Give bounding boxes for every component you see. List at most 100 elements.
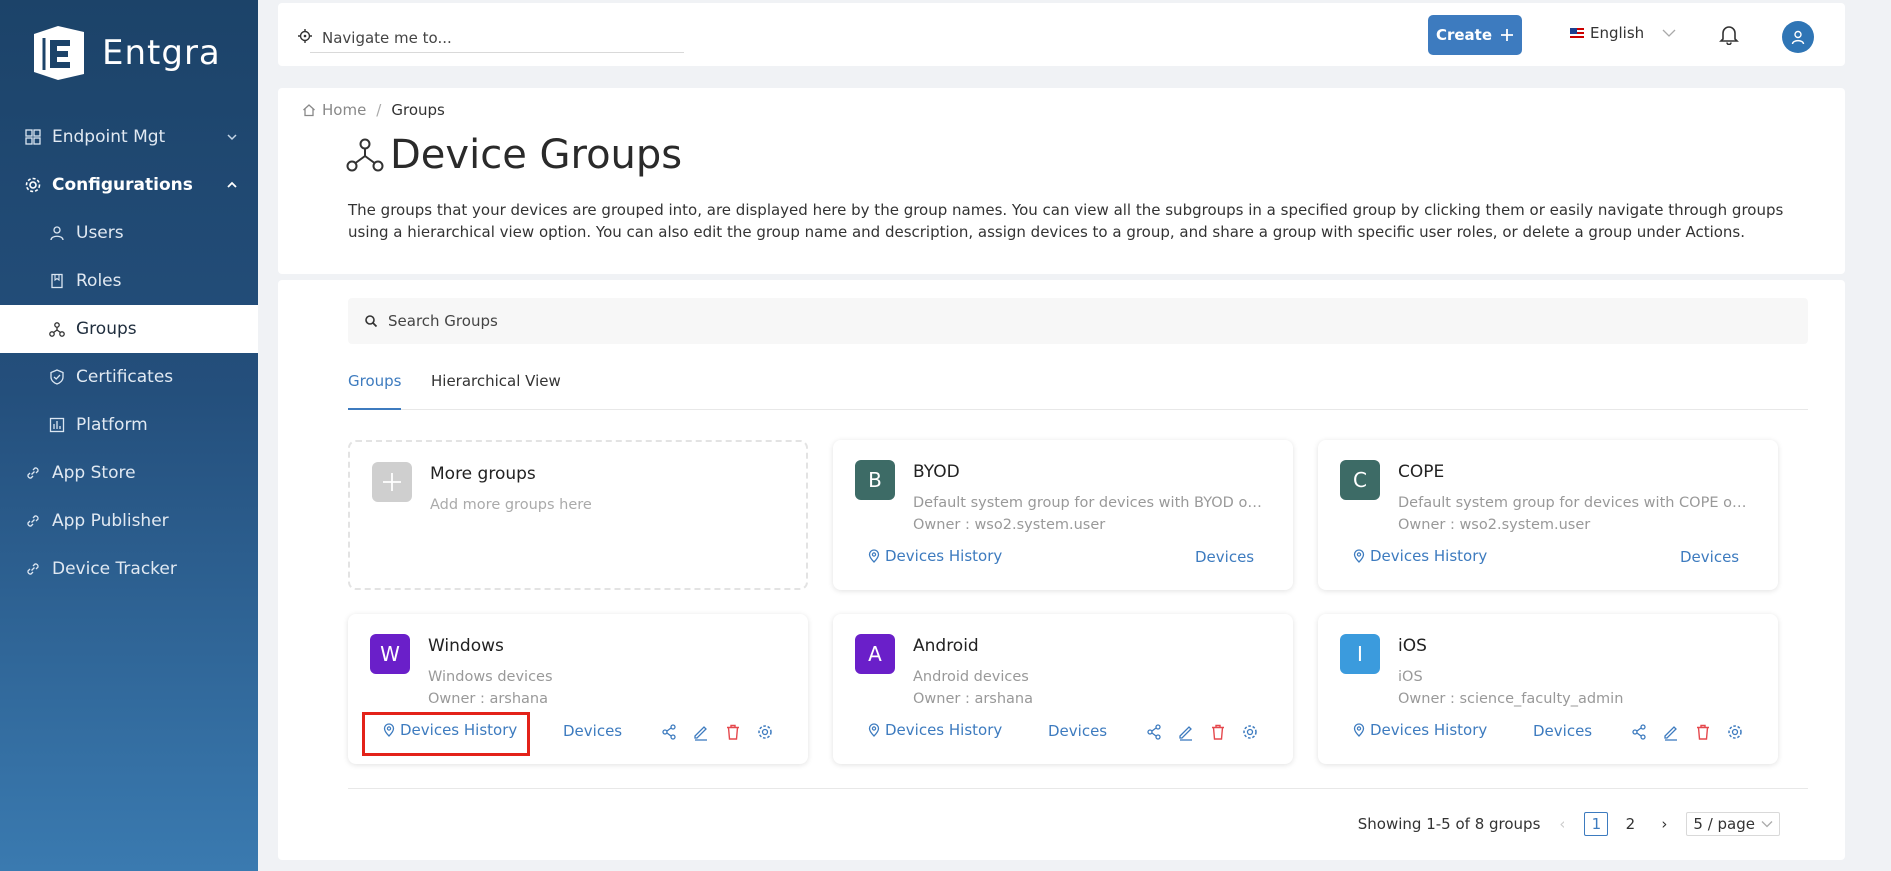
devices-link[interactable]: Devices bbox=[1680, 548, 1739, 566]
create-button-label: Create bbox=[1435, 26, 1493, 44]
sidebar-item-certificates[interactable]: Certificates bbox=[0, 353, 258, 401]
tab-groups[interactable]: Groups bbox=[348, 368, 402, 410]
plus-icon bbox=[372, 462, 412, 502]
devices-history-link[interactable]: Devices History bbox=[867, 721, 1002, 739]
settings-gear-icon[interactable] bbox=[1241, 723, 1259, 741]
pagination-summary: Showing 1-5 of 8 groups bbox=[1357, 815, 1541, 833]
edit-icon[interactable] bbox=[692, 723, 710, 741]
group-owner: Owner : wso2.system.user bbox=[1398, 517, 1591, 533]
group-name: Android bbox=[913, 636, 979, 656]
share-icon[interactable] bbox=[1630, 723, 1648, 741]
group-actions bbox=[1630, 723, 1744, 741]
group-description: iOS bbox=[1398, 669, 1423, 685]
sidebar-item-platform[interactable]: Platform bbox=[0, 401, 258, 449]
create-button[interactable]: Create bbox=[1428, 15, 1522, 55]
group-avatar: C bbox=[1340, 460, 1380, 500]
book-icon bbox=[48, 272, 66, 290]
add-group-card[interactable]: More groups Add more groups here bbox=[348, 440, 808, 590]
delete-icon[interactable] bbox=[1209, 723, 1227, 741]
search-icon bbox=[365, 315, 378, 328]
group-description: Windows devices bbox=[428, 669, 553, 685]
devices-history-link[interactable]: Devices History bbox=[1352, 547, 1487, 565]
devices-history-label: Devices History bbox=[1370, 721, 1488, 739]
sidebar-item-label: App Store bbox=[52, 463, 136, 483]
brand-name: Entgra bbox=[102, 33, 221, 73]
sidebar-item-label: Roles bbox=[76, 271, 122, 291]
group-name: COPE bbox=[1398, 462, 1445, 482]
search-bar[interactable] bbox=[348, 298, 1808, 344]
share-icon[interactable] bbox=[660, 723, 678, 741]
plus-icon bbox=[1501, 29, 1514, 41]
group-card[interactable]: B BYOD Default system group for devices … bbox=[833, 440, 1293, 590]
tab-bar: Groups Hierarchical View bbox=[348, 368, 1808, 410]
breadcrumb: Home / Groups bbox=[302, 101, 445, 119]
devices-link[interactable]: Devices bbox=[1533, 722, 1592, 740]
sidebar-item-configurations[interactable]: Configurations bbox=[0, 161, 258, 209]
location-pin-icon bbox=[1353, 723, 1365, 737]
sidebar-item-app-store[interactable]: App Store bbox=[0, 449, 258, 497]
group-avatar: I bbox=[1340, 634, 1380, 674]
us-flag-icon bbox=[1570, 28, 1584, 38]
more-groups-subtitle: Add more groups here bbox=[430, 497, 592, 513]
prev-page-button[interactable]: ‹ bbox=[1550, 812, 1574, 836]
link-icon bbox=[24, 512, 42, 530]
group-description: Android devices bbox=[913, 669, 1029, 685]
home-icon[interactable] bbox=[302, 103, 316, 117]
more-groups-title: More groups bbox=[430, 464, 536, 484]
edit-icon[interactable] bbox=[1662, 723, 1680, 741]
devices-link[interactable]: Devices bbox=[563, 722, 622, 740]
devices-history-link[interactable]: Devices History bbox=[1352, 721, 1487, 739]
edit-icon[interactable] bbox=[1177, 723, 1195, 741]
group-actions bbox=[660, 723, 774, 741]
next-page-button[interactable]: › bbox=[1652, 812, 1676, 836]
language-selector[interactable]: English bbox=[1570, 24, 1676, 42]
devices-link[interactable]: Devices bbox=[1195, 548, 1254, 566]
navigate-input[interactable] bbox=[310, 23, 684, 53]
breadcrumb-current: Groups bbox=[391, 101, 445, 119]
delete-icon[interactable] bbox=[724, 723, 742, 741]
language-label: English bbox=[1590, 24, 1645, 42]
group-card[interactable]: A Android Android devices Owner : arshan… bbox=[833, 614, 1293, 764]
sidebar-menu: Endpoint Mgt Configurations Users Roles bbox=[0, 113, 258, 593]
page-title-row: Device Groups bbox=[346, 132, 682, 178]
page-size-select[interactable]: 5 / page bbox=[1686, 812, 1780, 836]
page-button[interactable]: 2 bbox=[1618, 812, 1642, 836]
group-card[interactable]: C COPE Default system group for devices … bbox=[1318, 440, 1778, 590]
chart-box-icon bbox=[48, 416, 66, 434]
chevron-down-icon bbox=[1761, 821, 1773, 828]
devices-history-link[interactable]: Devices History bbox=[867, 547, 1002, 565]
page-button[interactable]: 1 bbox=[1584, 812, 1609, 836]
sidebar-item-users[interactable]: Users bbox=[0, 209, 258, 257]
breadcrumb-home[interactable]: Home bbox=[322, 101, 366, 119]
pagination: Showing 1-5 of 8 groups ‹ 1 2 › 5 / page bbox=[1358, 812, 1780, 836]
sidebar-item-device-tracker[interactable]: Device Tracker bbox=[0, 545, 258, 593]
group-owner: Owner : arshana bbox=[428, 691, 549, 707]
devices-link[interactable]: Devices bbox=[1048, 722, 1107, 740]
user-avatar[interactable] bbox=[1782, 21, 1814, 53]
sidebar-item-roles[interactable]: Roles bbox=[0, 257, 258, 305]
location-pin-icon bbox=[868, 549, 880, 563]
group-card[interactable]: I iOS iOS Owner : science_faculty_admin … bbox=[1318, 614, 1778, 764]
sidebar-item-app-publisher[interactable]: App Publisher bbox=[0, 497, 258, 545]
settings-gear-icon[interactable] bbox=[1726, 723, 1744, 741]
shield-check-icon bbox=[48, 368, 66, 386]
page-header: Home / Groups Device Groups The groups t… bbox=[278, 88, 1845, 274]
group-avatar: W bbox=[370, 634, 410, 674]
search-input[interactable] bbox=[388, 312, 1788, 330]
notification-bell-icon[interactable] bbox=[1718, 23, 1740, 45]
share-icon[interactable] bbox=[1145, 723, 1163, 741]
brand-logo[interactable]: Entgra bbox=[28, 22, 221, 84]
sidebar-item-label: Configurations bbox=[52, 175, 193, 195]
sidebar-item-endpoint-mgt[interactable]: Endpoint Mgt bbox=[0, 113, 258, 161]
sidebar-item-groups[interactable]: Groups bbox=[0, 305, 258, 353]
group-description: Default system group for devices with CO… bbox=[1398, 495, 1758, 511]
page-title: Device Groups bbox=[390, 132, 683, 178]
groups-panel: Groups Hierarchical View More groups Add… bbox=[278, 280, 1845, 860]
user-icon bbox=[1791, 30, 1805, 45]
delete-icon[interactable] bbox=[1694, 723, 1712, 741]
group-card[interactable]: W Windows Windows devices Owner : arshan… bbox=[348, 614, 808, 764]
tab-hierarchical-view[interactable]: Hierarchical View bbox=[431, 368, 561, 410]
sidebar-item-label: Platform bbox=[76, 415, 148, 435]
group-owner: Owner : wso2.system.user bbox=[913, 517, 1106, 533]
settings-gear-icon[interactable] bbox=[756, 723, 774, 741]
